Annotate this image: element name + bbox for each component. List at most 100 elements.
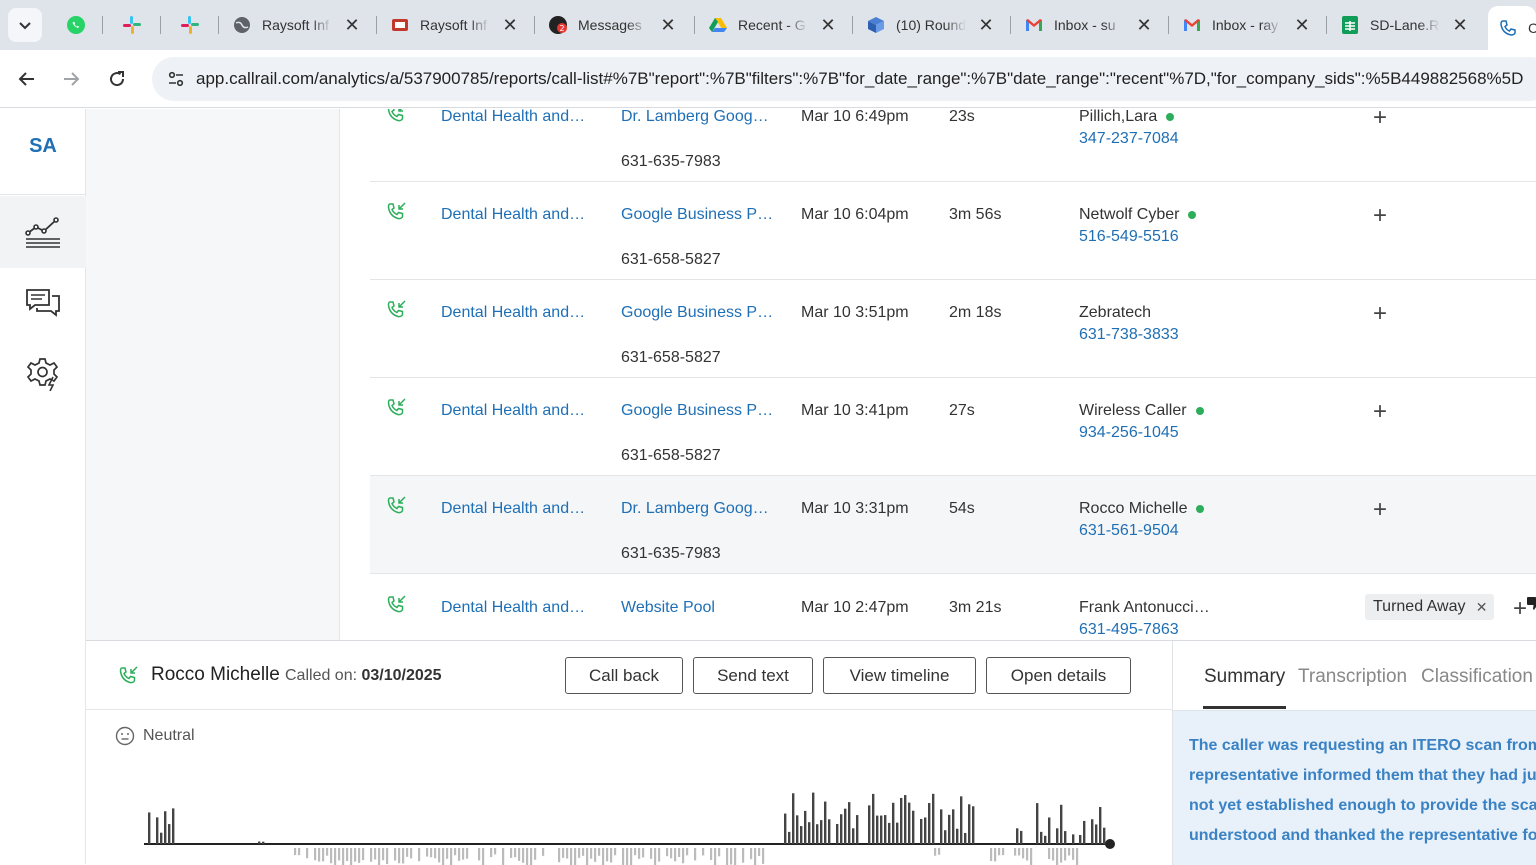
waveform-bar	[402, 848, 405, 864]
waveform-bar	[924, 817, 927, 844]
app-container: SA Dental Health and… Dr. Lamberg Goog… …	[0, 109, 1536, 865]
tracking-number: 631-658-5827	[621, 349, 721, 366]
close-icon[interactable]: ✕	[978, 15, 994, 36]
caller-phone-link[interactable]: 631-738-3833	[1079, 326, 1179, 344]
waveform-bar	[994, 848, 997, 862]
company-link[interactable]: Dental Health and…	[441, 500, 585, 518]
browser-tab[interactable]	[56, 6, 106, 44]
waveform-bar	[964, 832, 967, 844]
close-icon[interactable]: ✕	[1294, 15, 1310, 36]
close-icon[interactable]: ✕	[1452, 15, 1468, 36]
google-drive-icon	[708, 15, 728, 35]
call-duration: 54s	[949, 500, 975, 517]
tab-transcription[interactable]: Transcription	[1298, 666, 1407, 688]
playhead	[1105, 839, 1115, 849]
browser-tab[interactable]: Raysoft Inf ✕	[222, 6, 370, 44]
waveform-bar	[1056, 828, 1059, 844]
waveform-bar	[326, 848, 329, 856]
caller-name: Wireless Caller	[1079, 402, 1204, 420]
waveform-bar	[1036, 803, 1039, 844]
call-duration: 3m 56s	[949, 206, 1002, 223]
called-on: Called on: 03/10/2025	[285, 667, 442, 684]
add-tag-icon[interactable]: +	[1373, 300, 1387, 328]
close-icon[interactable]: ✕	[344, 15, 360, 36]
source-link[interactable]: Dr. Lamberg Goog…	[621, 500, 769, 518]
table-row-selected[interactable]: Dental Health and… Dr. Lamberg Goog… 631…	[370, 476, 1536, 574]
table-row[interactable]: Dental Health and… Google Business P… 63…	[370, 378, 1536, 476]
company-link[interactable]: Dental Health and…	[441, 109, 585, 126]
tab-title: (10) Round	[896, 17, 966, 33]
browser-tab[interactable]	[170, 6, 220, 44]
add-tag-icon[interactable]: +	[1373, 496, 1387, 524]
caller-phone-link[interactable]: 347-237-7084	[1079, 130, 1179, 148]
add-tag-icon[interactable]: +	[1373, 202, 1387, 230]
caller-phone-link[interactable]: 631-495-7863	[1079, 621, 1179, 639]
close-icon[interactable]: ✕	[660, 15, 676, 36]
summary-text: The caller was requesting an ITERO scan …	[1189, 737, 1536, 844]
browser-tab[interactable]	[112, 6, 162, 44]
table-row[interactable]: Dental Health and… Website Pool Mar 10 2…	[370, 575, 1536, 640]
add-tag-icon[interactable]: +	[1373, 109, 1387, 132]
sidebar-item-settings[interactable]	[0, 338, 86, 410]
waveform-bar	[904, 795, 907, 844]
send-text-button[interactable]: Send text	[693, 657, 813, 694]
browser-tab[interactable]: Recent - G ✕	[698, 6, 846, 44]
waveform-bar	[382, 848, 385, 861]
tab-summary[interactable]: Summary	[1204, 666, 1285, 688]
browser-tab[interactable]: Raysoft Inf ✕	[380, 6, 528, 44]
table-row[interactable]: Dental Health and… Google Business P… 63…	[370, 280, 1536, 378]
reload-button[interactable]	[100, 62, 134, 96]
add-tag-icon[interactable]: +	[1373, 398, 1387, 426]
close-icon[interactable]: ✕	[820, 15, 836, 36]
source-link[interactable]: Google Business P…	[621, 304, 773, 322]
company-link[interactable]: Dental Health and…	[441, 206, 585, 224]
waveform-bar	[160, 832, 163, 844]
browser-tab[interactable]: (10) Round ✕	[856, 6, 1004, 44]
waveform-bar	[852, 828, 855, 844]
close-icon[interactable]: ✕	[1136, 15, 1152, 36]
table-row[interactable]: Dental Health and… Google Business P… 63…	[370, 182, 1536, 280]
caller-phone-link[interactable]: 631-561-9504	[1079, 522, 1179, 540]
browser-tab[interactable]: Inbox - su ✕	[1014, 6, 1162, 44]
call-time: Mar 10 6:04pm	[801, 206, 909, 223]
forward-button[interactable]	[54, 62, 88, 96]
callrail-icon	[1498, 18, 1518, 38]
table-row[interactable]: Dental Health and… Dr. Lamberg Goog… 631…	[370, 109, 1536, 182]
tab-search-button[interactable]	[8, 8, 42, 42]
waveform-bar	[358, 848, 361, 863]
source-link[interactable]: Google Business P…	[621, 402, 773, 420]
sidebar-item-analytics[interactable]	[0, 196, 86, 268]
company-link[interactable]: Dental Health and…	[441, 402, 585, 420]
source-link[interactable]: Dr. Lamberg Goog…	[621, 109, 769, 126]
caller-phone-link[interactable]: 516-549-5516	[1079, 228, 1179, 246]
company-link[interactable]: Dental Health and…	[441, 599, 585, 617]
browser-tab[interactable]: Inbox - ray ✕	[1172, 6, 1320, 44]
address-bar[interactable]: app.callrail.com/analytics/a/537900785/r…	[152, 57, 1536, 101]
waveform-bar	[730, 848, 733, 865]
gmail-icon	[1024, 15, 1044, 35]
account-avatar[interactable]: SA	[0, 135, 86, 158]
waveform-bar	[164, 811, 167, 844]
view-timeline-button[interactable]: View timeline	[823, 657, 976, 694]
close-icon[interactable]: ✕	[502, 15, 518, 36]
browser-tab-active[interactable]: C	[1488, 6, 1536, 50]
browser-tab[interactable]: 2 Messages ✕	[538, 6, 686, 44]
browser-tab[interactable]: SD-Lane.R ✕	[1330, 6, 1478, 44]
slack-icon	[122, 15, 142, 35]
site-info-icon[interactable]	[156, 59, 196, 99]
caller-phone-link[interactable]: 934-256-1045	[1079, 424, 1179, 442]
source-link[interactable]: Website Pool	[621, 599, 715, 617]
call-audio-waveform[interactable]	[144, 791, 1124, 865]
back-button[interactable]	[10, 62, 44, 96]
company-link[interactable]: Dental Health and…	[441, 304, 585, 322]
sidebar-item-conversations[interactable]	[0, 267, 86, 339]
waveform-bar	[792, 793, 795, 844]
tab-classification[interactable]: Classification	[1421, 666, 1533, 688]
source-link[interactable]: Google Business P…	[621, 206, 773, 224]
remove-tag-icon[interactable]: ✕	[1476, 594, 1488, 620]
open-details-button[interactable]: Open details	[986, 657, 1131, 694]
waveform-bar	[796, 815, 799, 844]
call-back-button[interactable]: Call back	[565, 657, 683, 694]
add-tag-icon[interactable]: +	[1513, 595, 1527, 623]
caller-name: Netwolf Cyber	[1079, 206, 1197, 224]
